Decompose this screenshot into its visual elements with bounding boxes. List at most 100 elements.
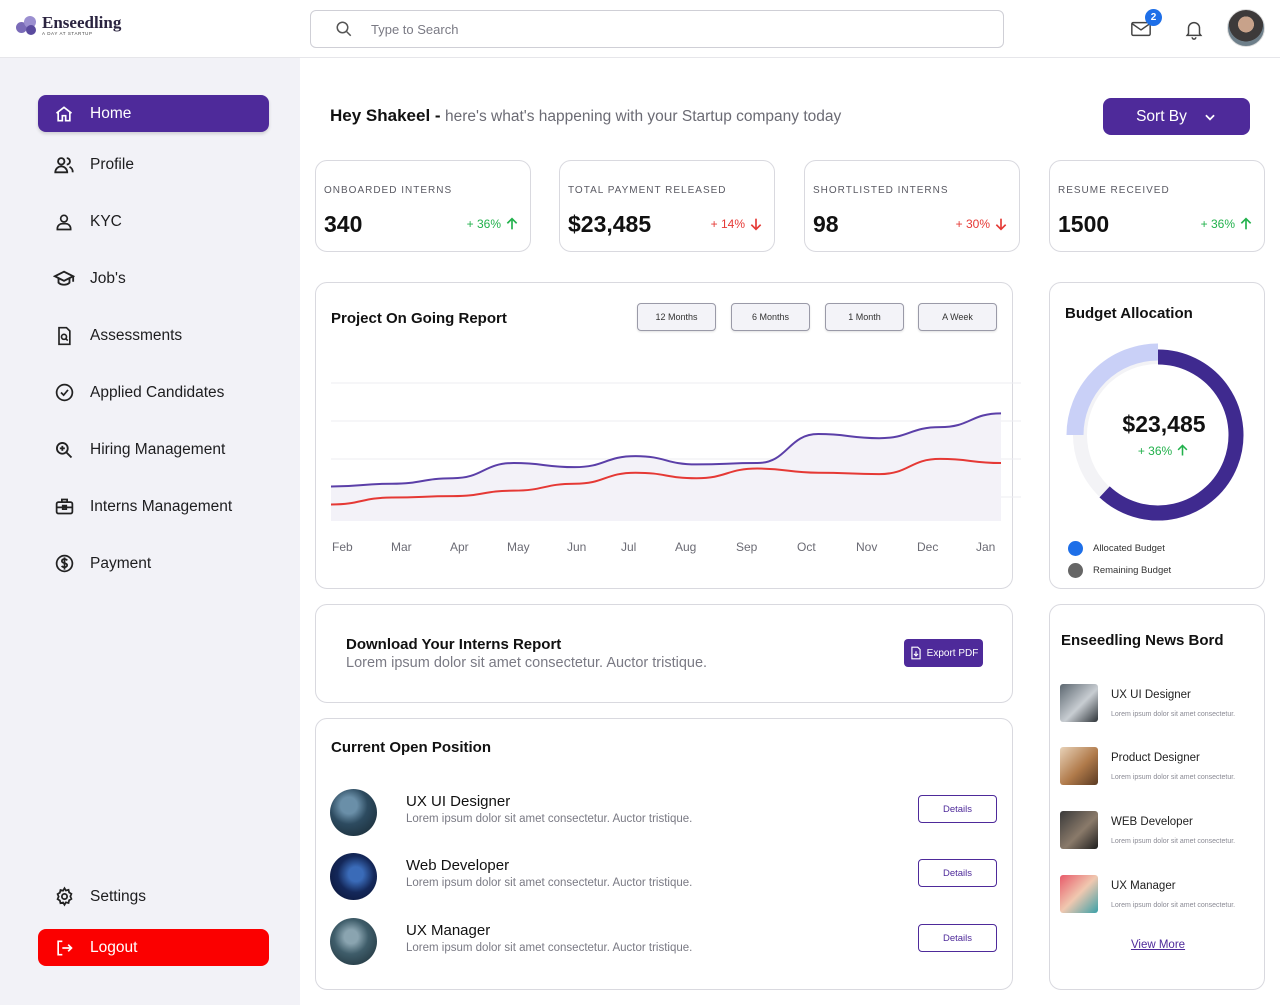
x-axis-tick-label: Feb	[332, 540, 353, 554]
position-title: UX UI Designer	[406, 793, 511, 810]
sidebar-item-assessments[interactable]: Assessments	[38, 317, 269, 354]
stat-change: + 36%	[467, 216, 520, 232]
x-axis-tick-label: Aug	[675, 540, 697, 554]
stat-change-text: + 30%	[955, 217, 990, 231]
budget-change-text: + 36%	[1137, 443, 1173, 458]
arrow-up-icon	[1240, 217, 1252, 230]
sidebar-item-label: Assessments	[90, 326, 183, 344]
stat-card-shortlisted-interns: SHORTLISTED INTERNS 98 + 30%	[804, 160, 1020, 252]
stat-change-text: + 36%	[466, 217, 501, 231]
sidebar-item-payment[interactable]: Payment	[38, 545, 269, 582]
magnify-icon	[52, 438, 76, 462]
sidebar-item-applied-candidates[interactable]: Applied Candidates	[38, 374, 269, 411]
sidebar-item-hiring-management[interactable]: Hiring Management	[38, 431, 269, 468]
details-button[interactable]: Details	[918, 795, 997, 823]
sidebar-item-label: Home	[90, 104, 132, 122]
sidebar-item-home[interactable]: Home	[38, 95, 269, 132]
news-item-title: UX UI Designer	[1111, 689, 1191, 701]
position-thumbnail	[330, 918, 377, 965]
details-button[interactable]: Details	[918, 924, 997, 952]
users-icon	[52, 153, 76, 177]
graduation-cap-icon	[52, 267, 76, 291]
top-bar: Enseedling A DAY AT STARTUP 2	[0, 0, 1280, 58]
sidebar-item-jobs[interactable]: Job's	[38, 260, 269, 297]
position-thumbnail	[330, 853, 377, 900]
user-icon	[52, 210, 76, 234]
budget-allocation-card: Budget Allocation $23,485 + 36% Allocate…	[1049, 282, 1265, 589]
download-subtitle: Lorem ipsum dolor sit amet consectetur. …	[346, 655, 708, 671]
news-title: Enseedling News Bord	[1061, 632, 1224, 649]
budget-donut-chart	[1066, 343, 1244, 521]
sidebar-item-settings[interactable]: Settings	[38, 878, 269, 915]
news-item-description: Lorem ipsum dolor sit amet consectetur.	[1111, 902, 1236, 909]
stat-card-resume-received: RESUME RECEIVED 1500 + 36%	[1049, 160, 1265, 252]
bell-icon[interactable]	[1183, 18, 1205, 40]
x-axis-tick-label: Jul	[621, 540, 637, 554]
project-report-card: Project On Going Report 12 Months 6 Mont…	[315, 282, 1021, 589]
sidebar-item-kyc[interactable]: KYC	[38, 203, 269, 240]
download-title: Download Your Interns Report	[346, 636, 562, 653]
details-button[interactable]: Details	[918, 859, 997, 887]
stat-label: TOTAL PAYMENT RELEASED	[568, 185, 727, 196]
x-axis-tick-label: Jun	[567, 540, 587, 554]
news-item[interactable]: UX UI Designer Lorem ipsum dolor sit ame…	[1060, 684, 1260, 726]
export-pdf-label: Export PDF	[926, 647, 979, 659]
chevron-down-icon	[1205, 114, 1215, 121]
logout-icon	[52, 936, 76, 960]
search-input[interactable]	[371, 21, 931, 37]
news-item[interactable]: WEB Developer Lorem ipsum dolor sit amet…	[1060, 811, 1260, 853]
stat-change-text: + 36%	[1200, 217, 1235, 231]
news-item[interactable]: Product Designer Lorem ipsum dolor sit a…	[1060, 747, 1260, 789]
brand-name: Enseedling	[42, 12, 122, 32]
legend-remaining: Remaining Budget	[1068, 563, 1171, 578]
sidebar: Home Profile KYC Job's Assessments Appli…	[0, 58, 300, 1005]
logout-button[interactable]: Logout	[38, 929, 269, 966]
legend-label: Allocated Budget	[1093, 543, 1165, 554]
stat-change: + 14%	[711, 216, 764, 232]
sidebar-item-interns-management[interactable]: Interns Management	[38, 488, 269, 525]
budget-change: + 36%	[1050, 443, 1278, 458]
search-bar[interactable]	[310, 10, 1004, 48]
sidebar-item-profile[interactable]: Profile	[38, 146, 269, 183]
stat-value: $23,485	[568, 211, 652, 237]
news-item-title: Product Designer	[1111, 752, 1200, 764]
list-item: Web Developer Lorem ipsum dolor sit amet…	[330, 851, 998, 903]
news-thumbnail	[1060, 811, 1098, 849]
sidebar-item-label: Interns Management	[90, 497, 233, 515]
x-axis-tick-label: Dec	[917, 540, 939, 554]
sidebar-item-label: Payment	[90, 554, 152, 572]
document-search-icon	[52, 324, 76, 348]
position-description: Lorem ipsum dolor sit amet consectetur. …	[406, 877, 693, 889]
news-item-description: Lorem ipsum dolor sit amet consectetur.	[1111, 838, 1236, 845]
legend-allocated: Allocated Budget	[1068, 541, 1165, 556]
check-circle-icon	[52, 381, 76, 405]
sidebar-item-label: Hiring Management	[90, 440, 226, 458]
sort-by-button[interactable]: Sort By	[1103, 98, 1250, 135]
position-description: Lorem ipsum dolor sit amet consectetur. …	[406, 813, 693, 825]
position-title: UX Manager	[406, 922, 491, 939]
news-item-description: Lorem ipsum dolor sit amet consectetur.	[1111, 711, 1236, 718]
logo-icon	[16, 14, 38, 36]
x-axis-tick-label: Apr	[450, 540, 469, 554]
dollar-circle-icon	[52, 552, 76, 576]
x-axis-tick-label: Sep	[736, 540, 758, 554]
x-axis-tick-label: Mar	[391, 540, 412, 554]
x-axis-tick-label: Oct	[797, 540, 816, 554]
arrow-up-icon	[1177, 444, 1188, 456]
news-item-description: Lorem ipsum dolor sit amet consectetur.	[1111, 774, 1236, 781]
brand-logo[interactable]: Enseedling A DAY AT STARTUP	[16, 14, 121, 36]
stat-change: + 30%	[956, 216, 1009, 232]
download-report-card: Download Your Interns Report Lorem ipsum…	[315, 604, 1013, 703]
view-more-link[interactable]: View More	[1050, 939, 1266, 951]
stat-label: RESUME RECEIVED	[1058, 185, 1170, 196]
arrow-down-icon	[750, 218, 762, 231]
search-icon	[336, 21, 352, 37]
news-item-title: UX Manager	[1111, 880, 1176, 892]
export-pdf-button[interactable]: Export PDF	[904, 639, 983, 667]
news-item[interactable]: UX Manager Lorem ipsum dolor sit amet co…	[1060, 875, 1260, 917]
news-thumbnail	[1060, 875, 1098, 913]
user-avatar[interactable]	[1227, 9, 1265, 47]
stat-value: 1500	[1058, 211, 1110, 237]
legend-label: Remaining Budget	[1093, 565, 1172, 576]
file-download-icon	[910, 646, 921, 660]
